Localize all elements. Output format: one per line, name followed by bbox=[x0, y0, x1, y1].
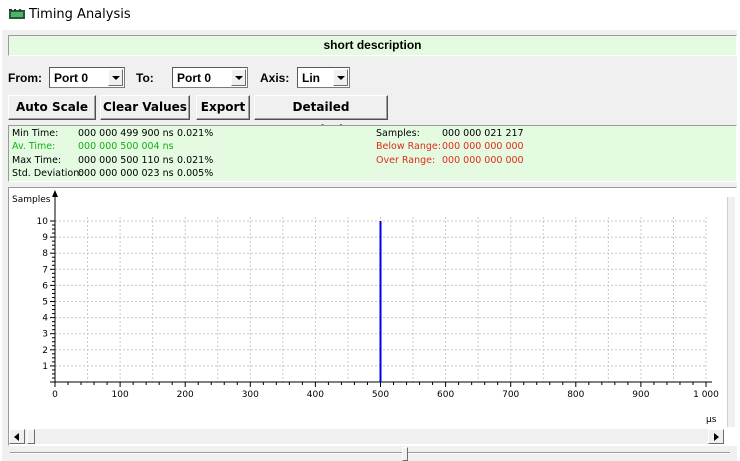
x-tick-label: 400 bbox=[307, 390, 324, 400]
y-tick-label: 4 bbox=[42, 314, 48, 324]
min-time-value: 000 000 499 900 ns bbox=[78, 128, 174, 139]
x-tick-label: 800 bbox=[567, 390, 584, 400]
horizontal-scrollbar[interactable] bbox=[9, 429, 724, 444]
chevron-down-icon[interactable] bbox=[108, 69, 123, 86]
axis-select[interactable]: Lin bbox=[297, 67, 350, 88]
over-range-label: Over Range: bbox=[376, 155, 436, 166]
y-axis-title: Samples bbox=[12, 195, 51, 205]
max-time-value: 000 000 500 110 ns bbox=[78, 155, 174, 166]
x-tick-label: 500 bbox=[372, 390, 389, 400]
y-tick-label: 9 bbox=[42, 233, 48, 243]
export-button[interactable]: Export bbox=[196, 95, 250, 120]
y-tick-label: 5 bbox=[42, 298, 48, 308]
to-value: Port 0 bbox=[177, 71, 212, 85]
statistics-panel: Min Time: 000 000 499 900 ns 0.021% Av. … bbox=[8, 125, 737, 182]
axes bbox=[52, 190, 712, 383]
scroll-right-icon[interactable] bbox=[708, 429, 724, 444]
bottom-slider-knob[interactable] bbox=[402, 447, 408, 461]
y-axis-arrow bbox=[52, 190, 58, 197]
std-deviation-value: 000 000 000 023 ns bbox=[78, 168, 174, 179]
x-tick-label: 0 bbox=[52, 390, 58, 400]
y-tick-label: 8 bbox=[42, 249, 48, 259]
x-tick-label: 100 bbox=[112, 390, 129, 400]
max-time-label: Max Time: bbox=[12, 155, 62, 166]
std-deviation-label: Std. Deviation: bbox=[12, 168, 83, 179]
to-select[interactable]: Port 0 bbox=[172, 67, 248, 88]
y-tick-label: 1 bbox=[42, 362, 48, 372]
below-range-label: Below Range: bbox=[376, 141, 441, 152]
app-icon bbox=[9, 9, 25, 19]
std-deviation-percent: 0.005% bbox=[177, 168, 214, 179]
from-select[interactable]: Port 0 bbox=[49, 67, 125, 88]
window-title: Timing Analysis bbox=[29, 7, 131, 22]
y-tick-label: 2 bbox=[42, 346, 48, 356]
histogram-chart: 0 100 200 300 400 500 600 700 800 900 1 000 1 2 3 4 5 6 7… bbox=[12, 190, 719, 425]
from-label: From: bbox=[8, 71, 42, 85]
y-tick-label: 7 bbox=[42, 265, 48, 275]
x-axis-unit: µs bbox=[706, 415, 717, 425]
vertical-scrollbar[interactable] bbox=[727, 197, 735, 427]
to-label: To: bbox=[136, 71, 154, 85]
over-range-value: 000 000 000 000 bbox=[442, 155, 524, 166]
y-tick-label: 3 bbox=[42, 330, 48, 340]
x-tick-label: 600 bbox=[437, 390, 454, 400]
y-tick-label: 10 bbox=[37, 217, 49, 227]
axis-value: Lin bbox=[302, 71, 320, 85]
max-time-percent: 0.021% bbox=[177, 155, 214, 166]
axis-ticks bbox=[50, 220, 707, 387]
clear-values-button[interactable]: Clear Values bbox=[100, 95, 190, 120]
min-time-percent: 0.021% bbox=[177, 128, 214, 139]
tick-labels: 0 100 200 300 400 500 600 700 800 900 1 000 1 2 3 4 5 6 7… bbox=[12, 195, 719, 425]
title-bar: Timing Analysis bbox=[0, 0, 740, 30]
y-tick-label: 6 bbox=[42, 281, 48, 291]
av-time-label: Av. Time: bbox=[12, 141, 56, 152]
chevron-down-icon[interactable] bbox=[333, 69, 348, 86]
x-tick-label: 300 bbox=[242, 390, 259, 400]
bottom-slider-track[interactable] bbox=[10, 452, 730, 454]
chevron-down-icon[interactable] bbox=[231, 69, 246, 86]
scroll-thumb[interactable] bbox=[27, 429, 35, 444]
detailed-description-button[interactable]: Detailed Description bbox=[254, 95, 388, 137]
description-bar: short description bbox=[8, 35, 737, 56]
below-range-value: 000 000 000 000 bbox=[442, 141, 524, 152]
x-tick-label: 1 000 bbox=[693, 390, 719, 400]
scroll-left-icon[interactable] bbox=[9, 429, 25, 444]
samples-label: Samples: bbox=[376, 128, 420, 139]
auto-scale-button[interactable]: Auto Scale bbox=[8, 95, 96, 120]
x-tick-label: 700 bbox=[502, 390, 519, 400]
histogram-panel: 0 100 200 300 400 500 600 700 800 900 1 000 1 2 3 4 5 6 7… bbox=[8, 187, 737, 446]
samples-value: 000 000 021 217 bbox=[442, 128, 524, 139]
av-time-value: 000 000 500 004 ns bbox=[78, 141, 174, 152]
x-tick-label: 200 bbox=[177, 390, 194, 400]
from-value: Port 0 bbox=[54, 71, 89, 85]
x-tick-label: 900 bbox=[632, 390, 649, 400]
min-time-label: Min Time: bbox=[12, 128, 59, 139]
axis-label: Axis: bbox=[260, 71, 290, 85]
